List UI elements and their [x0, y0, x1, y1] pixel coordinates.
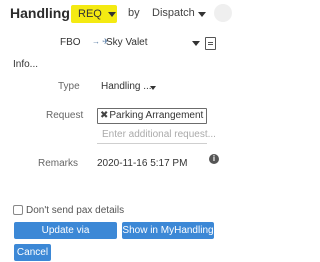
fbo-label: FBO — [60, 37, 81, 48]
handling-type-value: Handling ... — [101, 81, 152, 92]
assignee-dropdown[interactable]: Dispatch — [152, 7, 195, 19]
type-dropdown[interactable]: REQ — [71, 5, 117, 23]
document-icon[interactable] — [205, 37, 216, 50]
assignee-dropdown-value: Dispatch — [152, 7, 195, 19]
by-label: by — [128, 7, 140, 19]
request-chip: ✖Parking Arrangement — [97, 108, 208, 124]
additional-request-input[interactable]: Enter additional request... — [102, 129, 216, 140]
fbo-value[interactable]: Sky Valet — [106, 37, 148, 48]
request-chip-label: Parking Arrangement — [109, 110, 204, 121]
handling-type-select[interactable]: Handling ... — [101, 81, 152, 92]
remarks-value: 2020-11-16 5:17 PM — [97, 158, 188, 169]
info-link[interactable]: Info... — [13, 59, 38, 70]
chevron-down-icon[interactable] — [150, 86, 156, 90]
pax-details-checkbox[interactable] — [13, 205, 23, 215]
cancel-button[interactable]: Cancel — [14, 244, 51, 261]
page-title: Handling — [10, 5, 70, 21]
chevron-down-icon[interactable] — [192, 41, 200, 46]
remarks-label: Remarks — [38, 158, 79, 169]
chevron-down-icon[interactable] — [198, 12, 206, 17]
pax-details-label[interactable]: Don't send pax details — [26, 205, 124, 216]
input-underline — [97, 143, 207, 144]
chevron-down-icon — [108, 12, 116, 17]
remove-chip-icon[interactable]: ✖ — [100, 110, 108, 121]
info-icon[interactable]: i — [209, 154, 219, 164]
type-label: Type — [58, 81, 80, 92]
show-in-myhandling-button[interactable]: Show in MyHandling — [122, 222, 214, 239]
request-label: Request — [46, 110, 84, 121]
type-dropdown-value: REQ — [78, 8, 102, 20]
update-via-myhandling-button[interactable]: Update via MyHandling — [14, 222, 117, 253]
status-circle-button[interactable] — [214, 4, 232, 22]
